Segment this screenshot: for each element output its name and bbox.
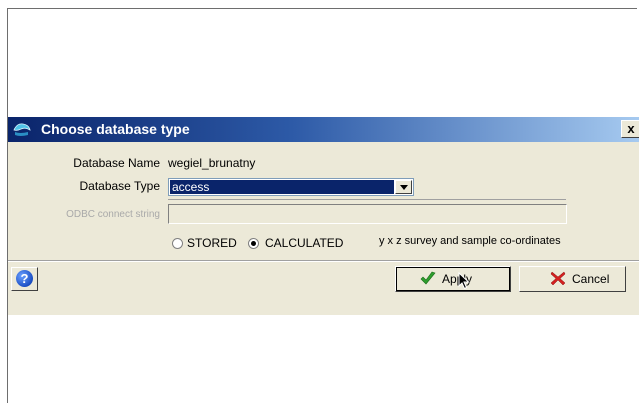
help-icon: ?	[16, 270, 33, 287]
apply-button[interactable]: Apply	[395, 266, 511, 292]
chevron-down-icon	[400, 185, 408, 190]
database-name-value: wegiel_brunatny	[168, 156, 256, 170]
checkmark-icon	[420, 271, 436, 289]
close-icon: x	[627, 121, 635, 136]
dropdown-arrow-button[interactable]	[395, 180, 412, 194]
x-icon	[550, 271, 566, 289]
odbc-connect-string-field[interactable]	[168, 204, 567, 224]
database-type-label: Database Type	[79, 179, 160, 193]
database-type-selected-value: access	[170, 180, 394, 194]
help-button[interactable]: ?	[11, 267, 38, 291]
radio-selected-dot	[251, 241, 256, 246]
dialog-titlebar: Choose database type x	[8, 117, 639, 142]
database-type-select[interactable]: access	[168, 178, 414, 196]
radio-stored[interactable]	[172, 238, 183, 249]
footer-separator	[8, 260, 639, 262]
close-button[interactable]: x	[621, 120, 639, 138]
radio-stored-label: STORED	[187, 236, 237, 250]
cancel-button[interactable]: Cancel	[519, 266, 626, 292]
database-icon	[13, 121, 31, 137]
divider-line	[168, 199, 566, 200]
choose-database-type-dialog: Choose database type x Database Name weg…	[8, 117, 639, 315]
database-name-label: Database Name	[73, 156, 160, 170]
odbc-connect-string-label: ODBC connect string	[66, 209, 160, 220]
cancel-button-label: Cancel	[572, 272, 610, 286]
radio-calculated[interactable]	[248, 238, 259, 249]
coordinates-description: y x z survey and sample co-ordinates	[379, 235, 561, 247]
dialog-title: Choose database type	[41, 121, 190, 137]
mouse-cursor-icon	[458, 271, 470, 294]
radio-calculated-label: CALCULATED	[265, 236, 344, 250]
